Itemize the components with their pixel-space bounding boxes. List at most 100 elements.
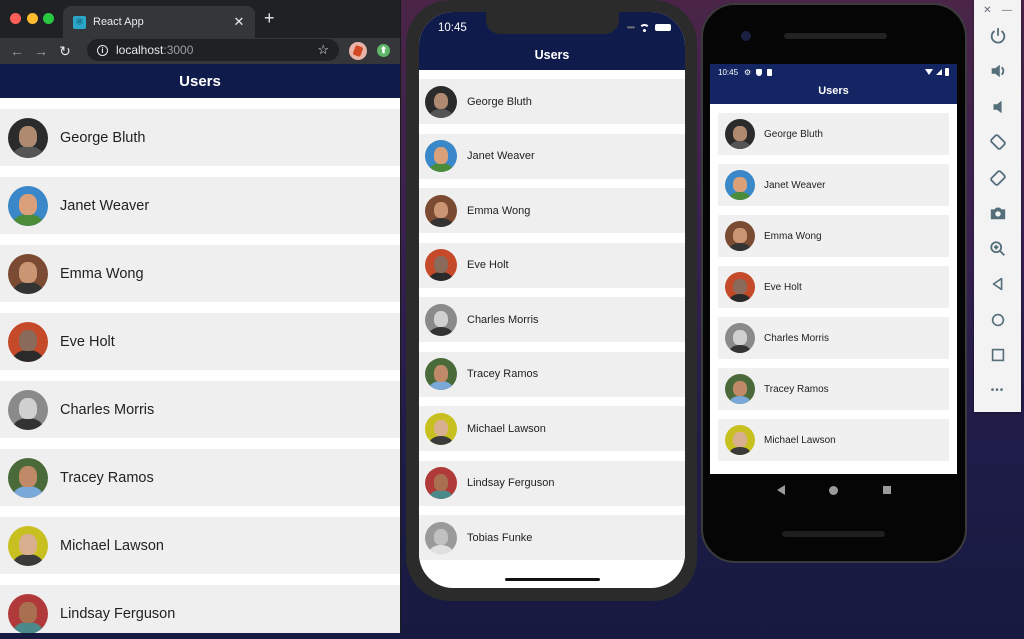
volume-up-button[interactable]: [974, 54, 1021, 90]
tab-title: React App: [93, 16, 144, 28]
ios-user-row[interactable]: Michael Lawson: [419, 406, 685, 451]
front-camera-icon: [741, 31, 751, 41]
web-user-row[interactable]: George Bluth: [0, 109, 400, 166]
forward-button[interactable]: →: [29, 43, 53, 59]
zoom-in-icon: [989, 241, 1005, 256]
avatar-body: [12, 282, 44, 294]
android-user-row[interactable]: George Bluth: [718, 113, 949, 155]
home-indicator[interactable]: [505, 578, 600, 581]
user-name: Lindsay Ferguson: [467, 477, 555, 489]
address-bar[interactable]: i localhost:3000 ☆: [87, 39, 339, 61]
user-name: Tracey Ramos: [60, 469, 154, 486]
avatar: [8, 185, 48, 226]
android-screen: 10:45 ⚙ Users George Bluth Janet Weaver Em…: [710, 64, 957, 474]
avatar-face: [733, 380, 747, 397]
close-window-button[interactable]: [10, 13, 21, 24]
rotate-left-button[interactable]: [974, 125, 1021, 161]
tab-close-icon[interactable]: ✕: [229, 14, 249, 30]
android-user-row[interactable]: Emma Wong: [718, 215, 949, 257]
maximize-window-button[interactable]: [43, 13, 54, 24]
avatar: [725, 425, 755, 455]
rotate-right-icon: [989, 169, 1006, 186]
avatar-body: [428, 108, 454, 118]
close-emulator-button[interactable]: ✕: [983, 5, 991, 18]
shield-icon: [756, 68, 763, 76]
profile-avatar[interactable]: [349, 42, 367, 60]
back-button[interactable]: ←: [5, 43, 29, 59]
avatar: [8, 117, 48, 158]
avatar-body: [12, 622, 44, 633]
avatar-face: [19, 602, 37, 624]
user-name: Tracey Ramos: [764, 383, 829, 395]
zoom-button[interactable]: [974, 231, 1021, 267]
signal-dots-icon: ••••: [626, 23, 635, 32]
web-user-row[interactable]: Tracey Ramos: [0, 449, 400, 506]
wifi-icon: [639, 23, 650, 32]
nav-home-icon[interactable]: [829, 485, 839, 495]
avatar: [425, 412, 457, 445]
web-user-row[interactable]: Charles Morris: [0, 381, 400, 438]
android-user-row[interactable]: Janet Weaver: [718, 164, 949, 206]
more-button[interactable]: •••: [974, 373, 1021, 409]
ios-user-row[interactable]: Tracey Ramos: [419, 351, 685, 397]
web-user-row[interactable]: Lindsay Ferguson: [0, 585, 400, 633]
android-user-row[interactable]: Eve Holt: [718, 266, 949, 308]
avatar-face: [433, 147, 449, 164]
new-tab-button[interactable]: +: [264, 8, 275, 29]
avatar-face: [19, 534, 37, 556]
volume-down-button[interactable]: [974, 89, 1021, 125]
update-extension-icon[interactable]: ⬆: [377, 44, 390, 57]
battery-icon: [655, 24, 671, 31]
android-status-bar: 10:45 ⚙: [710, 64, 957, 80]
web-user-row[interactable]: Janet Weaver: [0, 177, 400, 234]
info-icon[interactable]: i: [97, 44, 108, 56]
avatar-body: [428, 163, 454, 172]
minimize-emulator-button[interactable]: —: [1002, 5, 1012, 18]
android-user-row[interactable]: Michael Lawson: [718, 419, 949, 461]
user-name: Charles Morris: [60, 401, 155, 418]
ios-user-row[interactable]: Lindsay Ferguson: [419, 460, 685, 506]
bookmark-star-icon[interactable]: ☆: [317, 42, 329, 58]
avatar-face: [433, 256, 449, 273]
avatar-face: [19, 262, 37, 284]
bottom-speaker: [782, 531, 885, 537]
rotate-right-button[interactable]: [974, 160, 1021, 196]
ios-user-row[interactable]: Eve Holt: [419, 242, 685, 288]
web-user-row[interactable]: Michael Lawson: [0, 517, 400, 574]
ios-page-title: Users: [534, 48, 570, 62]
avatar-body: [12, 486, 44, 498]
url-port: :3000: [163, 43, 194, 57]
ios-user-row[interactable]: George Bluth: [419, 79, 685, 124]
android-emulator: 10:45 ⚙ Users George Bluth Janet Weaver Em…: [701, 3, 967, 563]
nav-back-icon[interactable]: [777, 485, 786, 495]
ios-user-row[interactable]: Emma Wong: [419, 188, 685, 233]
ios-user-row[interactable]: Janet Weaver: [419, 133, 685, 179]
web-user-row[interactable]: Eve Holt: [0, 313, 400, 370]
power-button[interactable]: [974, 18, 1021, 54]
avatar-body: [12, 214, 44, 226]
user-name: Michael Lawson: [764, 434, 836, 446]
react-logo-icon: ⚛: [73, 15, 86, 29]
back-button[interactable]: [974, 267, 1021, 303]
nav-recents-icon[interactable]: [882, 486, 891, 494]
iphone-screen: 10:45 •••• Users George Bluth Janet Weave…: [419, 12, 685, 588]
android-user-row[interactable]: Tracey Ramos: [718, 368, 949, 410]
android-user-row[interactable]: Charles Morris: [718, 317, 949, 359]
home-button[interactable]: [974, 302, 1021, 338]
avatar-body: [12, 146, 44, 158]
ios-user-row[interactable]: Tobias Funke: [419, 515, 685, 560]
avatar-body: [728, 446, 752, 455]
user-name: Emma Wong: [467, 204, 531, 217]
screenshot-button[interactable]: [974, 196, 1021, 232]
user-name: Tobias Funke: [467, 531, 533, 544]
user-name: Janet Weaver: [60, 197, 150, 214]
minimize-window-button[interactable]: [27, 13, 38, 24]
web-user-row[interactable]: Emma Wong: [0, 245, 400, 302]
overview-button[interactable]: [974, 338, 1021, 374]
browser-tab[interactable]: ⚛ React App ✕: [63, 6, 255, 38]
reload-button[interactable]: ↻: [53, 43, 77, 60]
ios-user-row[interactable]: Charles Morris: [419, 297, 685, 342]
ios-user-list: George Bluth Janet Weaver Emma Wong Eve Hol…: [419, 70, 685, 560]
volume-up-icon: [991, 64, 1004, 78]
overview-square-icon: [991, 349, 1004, 362]
